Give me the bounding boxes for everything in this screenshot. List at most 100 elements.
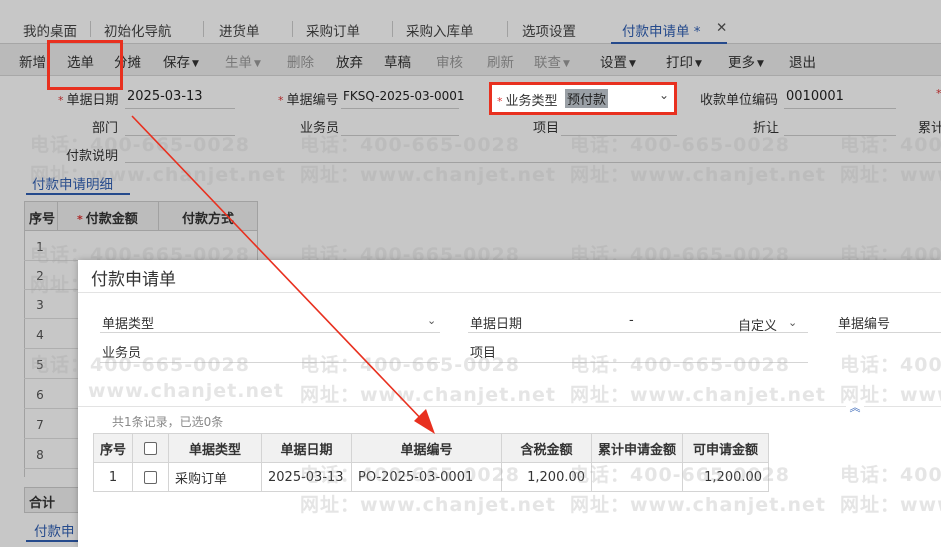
settings-label: 设置 <box>600 55 627 71</box>
select-all-checkbox[interactable] <box>132 433 170 463</box>
discount-underline <box>784 135 896 136</box>
chevron-down-icon[interactable]: ⌄ <box>427 314 436 327</box>
code-label-text: 单据编号 <box>286 93 339 108</box>
total-label: 合计 <box>29 496 56 511</box>
audit-button[interactable]: 审核 <box>436 51 463 71</box>
row-seq: 1 <box>92 462 134 492</box>
link-query-button[interactable]: 联查 ▼ <box>534 51 570 71</box>
watermark: 网址：www.chanjet.net <box>570 384 826 406</box>
collapse-icon[interactable]: ︽ <box>846 399 864 415</box>
filter-doc-type-select[interactable] <box>100 332 440 333</box>
select-doc-dialog: 付款申请单 单据类型 ⌄ 单据日期 - 自定义 ⌄ 单据编号 业务员 项目 ︽ … <box>30 260 941 547</box>
tab-payment-detail[interactable]: 付款申请明细 <box>32 173 113 193</box>
chevron-down-icon: ▼ <box>757 59 764 69</box>
payee-code-underline <box>784 108 896 109</box>
tab-payment-bottom[interactable]: 付款申 <box>34 520 75 540</box>
link-label: 联查 <box>534 55 561 71</box>
filter-doc-code-field[interactable] <box>836 332 941 333</box>
dept-label: 部门 <box>92 121 119 136</box>
filter-doc-type-label: 单据类型 <box>102 317 155 332</box>
row-number: 6 <box>36 388 44 402</box>
tab-init-guide[interactable]: 初始化导航 <box>104 20 172 40</box>
row-doc-code: PO-2025-03-0001 <box>351 462 503 492</box>
tab-desktop[interactable]: 我的桌面 <box>23 20 77 40</box>
generate-button[interactable]: 生单 ▼ <box>225 51 261 71</box>
row-doc-type: 采购订单 <box>168 462 263 492</box>
filter-project-label: 项目 <box>470 346 497 361</box>
detail-tab-indicator <box>26 193 130 195</box>
business-type-select[interactable]: * 业务类型 预付款 ⌄ <box>489 82 677 115</box>
row-number: 2 <box>36 269 44 283</box>
payee-code-field[interactable]: 0010001 <box>786 89 844 104</box>
date-range-separator: - <box>629 313 634 328</box>
filter-doc-date-field[interactable] <box>468 332 808 333</box>
tab-divider <box>392 21 393 37</box>
tab-payment-request[interactable]: 付款申请单 * <box>622 20 701 40</box>
watermark: www.chanjet.net <box>88 380 284 402</box>
add-button[interactable]: 新增 <box>19 51 46 71</box>
col-method: 付款方式 <box>182 212 235 227</box>
print-button[interactable]: 打印 ▼ <box>666 51 702 71</box>
col-doc-code: 单据编号 <box>351 433 503 463</box>
detail-grid-header: 序号 * 付款金额 付款方式 <box>24 201 258 231</box>
project-label: 项目 <box>533 121 560 136</box>
discount-label: 折让 <box>753 121 780 136</box>
dialog-divider <box>78 292 941 293</box>
date-field[interactable]: 2025-03-13 <box>127 89 203 104</box>
col-doc-type: 单据类型 <box>168 433 263 463</box>
col-available: 可申请金额 <box>682 433 770 463</box>
tab-divider <box>90 21 91 37</box>
tab-option-settings[interactable]: 选项设置 <box>522 20 576 40</box>
tab-purchase-receipt[interactable]: 进货单 <box>219 20 260 40</box>
split-button[interactable]: 分摊 <box>114 51 141 71</box>
col-seq: 序号 <box>92 433 134 463</box>
chevron-down-icon: ⌄ <box>658 88 669 102</box>
row-checkbox[interactable] <box>132 462 170 492</box>
col-amount: * 付款金额 <box>77 208 138 227</box>
close-icon[interactable]: ✕ <box>716 20 727 36</box>
watermark: 网址：www.chanjet.net <box>840 494 941 516</box>
row-number: 1 <box>36 240 44 254</box>
more-label: 更多 <box>728 55 755 71</box>
more-button[interactable]: 更多 ▼ <box>728 51 764 71</box>
dialog-title: 付款申请单 <box>91 270 176 290</box>
col-amount: 含税金额 <box>501 433 593 463</box>
table-row[interactable]: 1 采购订单 2025-03-13 PO-2025-03-0001 1,200.… <box>92 462 770 492</box>
delete-button[interactable]: 删除 <box>287 51 314 71</box>
dept-underline <box>125 135 235 136</box>
date-label: * 单据日期 <box>58 89 119 108</box>
remark-label: 付款说明 <box>66 149 119 164</box>
code-field[interactable]: FKSQ-2025-03-0001 <box>343 89 465 103</box>
filter-doc-code-label: 单据编号 <box>838 317 891 332</box>
chevron-down-icon: ▼ <box>629 59 636 69</box>
exit-button[interactable]: 退出 <box>789 51 816 71</box>
watermark: 电话：400-665-0028 <box>840 354 941 376</box>
row-number: 5 <box>36 358 44 372</box>
remark-underline <box>125 162 941 163</box>
col-divider <box>158 202 159 230</box>
settings-button[interactable]: 设置 ▼ <box>600 51 636 71</box>
required-mark: * <box>497 95 503 108</box>
checkbox-icon <box>144 441 158 455</box>
refresh-button[interactable]: 刷新 <box>487 51 514 71</box>
chevron-down-icon: ▼ <box>192 59 199 69</box>
save-button[interactable]: 保存 ▼ <box>163 51 199 71</box>
tab-divider <box>507 21 508 37</box>
toolbar: 新增 选单 分摊 保存 ▼ 生单 ▼ 删除 放弃 草稿 审核 刷新 联查 ▼ 设置 ▼ … <box>0 44 941 76</box>
draft-button[interactable]: 草稿 <box>384 51 411 71</box>
filter-doc-date-label: 单据日期 <box>470 317 523 332</box>
filter-project-field[interactable] <box>468 362 808 363</box>
abandon-button[interactable]: 放弃 <box>336 51 363 71</box>
col-seq: 序号 <box>29 212 56 227</box>
filter-salesman-field[interactable] <box>100 362 440 363</box>
tab-divider <box>292 21 293 37</box>
select-doc-button[interactable]: 选单 <box>67 51 94 71</box>
chevron-down-icon: ▼ <box>563 59 570 69</box>
chevron-down-icon[interactable]: ⌄ <box>788 316 797 329</box>
watermark: 电话：400-665-0028 <box>840 464 941 486</box>
biztype-label-text: 业务类型 <box>505 94 558 109</box>
tab-purchase-order[interactable]: 采购订单 <box>306 20 360 40</box>
tab-purchase-inbound[interactable]: 采购入库单 <box>406 20 474 40</box>
col-doc-date: 单据日期 <box>261 433 353 463</box>
salesman-label: 业务员 <box>300 121 340 136</box>
